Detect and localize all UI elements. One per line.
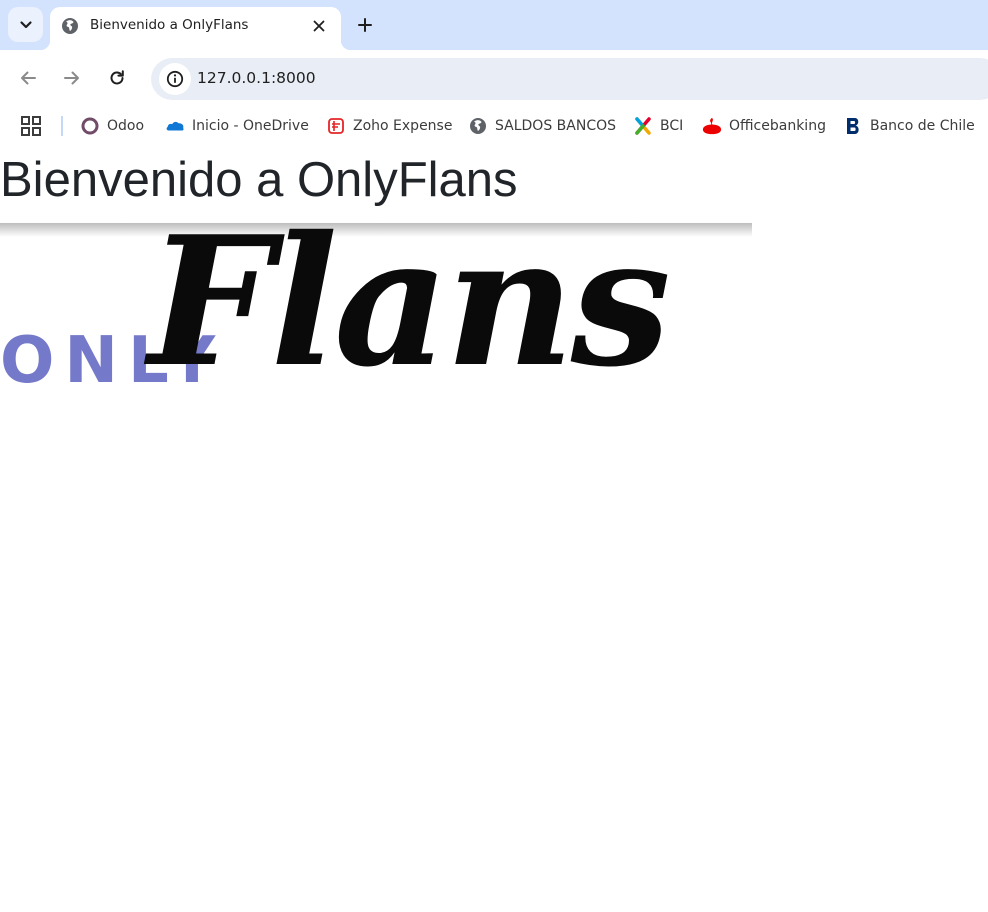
bookmark-label: Officebanking <box>729 118 826 134</box>
url-text[interactable]: 127.0.0.1:8000 <box>197 69 316 87</box>
tab-strip: Bienvenido a OnlyFlans <box>0 0 988 50</box>
chevron-down-icon <box>19 20 32 28</box>
bookmark-officebanking[interactable]: Officebanking <box>702 114 826 138</box>
bookmarks-bar: Odoo Inicio - OneDrive Zoho Expense SALD… <box>0 106 988 146</box>
plus-icon <box>358 18 372 32</box>
onedrive-icon <box>165 116 185 136</box>
tab-search-button[interactable] <box>8 7 43 42</box>
bookmark-label: Inicio - OneDrive <box>192 118 309 134</box>
site-info-button[interactable] <box>159 63 191 95</box>
arrow-left-icon <box>21 71 36 85</box>
bci-icon <box>633 116 653 136</box>
page-title: Bienvenido a OnlyFlans <box>0 153 518 207</box>
bookmark-banco-de-chile[interactable]: Banco de Chile <box>843 114 975 138</box>
tab-close-button[interactable] <box>309 16 329 36</box>
bookmark-label: BCI <box>660 118 684 134</box>
reload-button[interactable] <box>103 64 131 92</box>
arrow-right-icon <box>64 71 79 85</box>
bookmark-bci[interactable]: BCI <box>633 114 683 138</box>
zoho-icon <box>326 116 346 136</box>
bookmark-odoo[interactable]: Odoo <box>80 114 144 138</box>
santander-icon <box>702 116 722 136</box>
bookmark-label: Odoo <box>107 118 145 134</box>
back-button[interactable] <box>14 64 42 92</box>
logo-word-flans: Flans <box>148 223 671 406</box>
apps-grid-icon[interactable] <box>20 115 42 137</box>
globe-icon <box>468 116 488 136</box>
close-icon <box>313 20 325 32</box>
bookmark-onedrive[interactable]: Inicio - OneDrive <box>165 114 309 138</box>
banco-de-chile-icon <box>843 116 863 136</box>
bookmarks-divider <box>61 116 63 136</box>
tab-title: Bienvenido a OnlyFlans <box>90 17 249 33</box>
bookmark-label: Zoho Expense <box>353 118 453 134</box>
odoo-icon <box>80 116 100 136</box>
bookmark-zoho-expense[interactable]: Zoho Expense <box>326 114 452 138</box>
reload-icon <box>110 70 124 85</box>
forward-button[interactable] <box>58 64 86 92</box>
bookmark-label: SALDOS BANCOS <box>495 118 616 134</box>
globe-icon <box>62 18 78 34</box>
address-bar[interactable]: 127.0.0.1:8000 <box>151 58 988 100</box>
browser-toolbar: 127.0.0.1:8000 <box>0 50 988 106</box>
active-tab[interactable]: Bienvenido a OnlyFlans <box>40 7 351 50</box>
info-icon <box>166 70 184 88</box>
new-tab-button[interactable] <box>352 12 378 38</box>
bookmark-saldos-bancos[interactable]: SALDOS BANCOS <box>468 114 616 138</box>
onlyflans-logo-image: ONLY Flans <box>0 223 752 427</box>
page-content: Bienvenido a OnlyFlans ONLY Flans <box>0 146 988 912</box>
bookmark-label: Banco de Chile <box>870 118 975 134</box>
